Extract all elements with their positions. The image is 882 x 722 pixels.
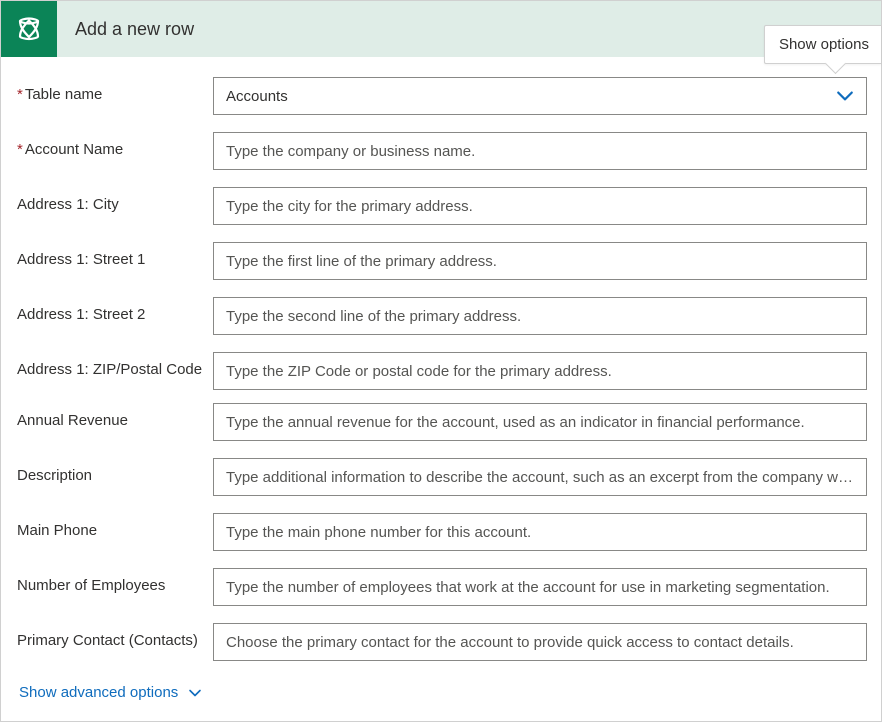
table-name-select-value: Accounts <box>226 88 836 105</box>
chevron-down-icon <box>836 87 854 105</box>
label-annual-revenue: Annual Revenue <box>17 403 213 431</box>
account-name-input[interactable] <box>213 132 867 170</box>
address-zip-input[interactable] <box>213 352 867 390</box>
row-account-name: *Account Name <box>17 132 867 170</box>
dataverse-logo-icon <box>11 11 47 47</box>
primary-contact-input[interactable] <box>213 623 867 661</box>
annual-revenue-input[interactable] <box>213 403 867 441</box>
row-address-street1: Address 1: Street 1 <box>17 242 867 280</box>
address-street1-input[interactable] <box>213 242 867 280</box>
row-num-employees: Number of Employees <box>17 568 867 606</box>
row-address-street2: Address 1: Street 2 <box>17 297 867 335</box>
required-star: * <box>17 86 23 103</box>
row-annual-revenue: Annual Revenue <box>17 403 867 441</box>
show-options-button[interactable]: Show options <box>764 25 881 64</box>
table-name-select[interactable]: Accounts <box>213 77 867 115</box>
label-table-name: *Table name <box>17 77 213 105</box>
label-num-employees: Number of Employees <box>17 568 213 596</box>
num-employees-input[interactable] <box>213 568 867 606</box>
form-body: *Table name Accounts *Account Name Addre… <box>1 57 881 711</box>
main-phone-input[interactable] <box>213 513 867 551</box>
description-input[interactable] <box>213 458 867 496</box>
row-primary-contact: Primary Contact (Contacts) <box>17 623 867 661</box>
dataverse-icon <box>1 1 57 57</box>
row-address-city: Address 1: City <box>17 187 867 225</box>
label-primary-contact: Primary Contact (Contacts) <box>17 623 213 651</box>
card-title: Add a new row <box>75 19 194 40</box>
row-table-name: *Table name Accounts <box>17 77 867 115</box>
row-description: Description <box>17 458 867 496</box>
chevron-down-icon <box>188 686 202 700</box>
card-header: Add a new row Show options <box>1 1 881 57</box>
label-account-name: *Account Name <box>17 132 213 160</box>
label-address-street2: Address 1: Street 2 <box>17 297 213 325</box>
label-description: Description <box>17 458 213 486</box>
show-advanced-options-link[interactable]: Show advanced options <box>17 678 202 701</box>
row-main-phone: Main Phone <box>17 513 867 551</box>
show-advanced-options-label: Show advanced options <box>19 684 178 701</box>
address-city-input[interactable] <box>213 187 867 225</box>
label-address-street1: Address 1: Street 1 <box>17 242 213 270</box>
label-address-city: Address 1: City <box>17 187 213 215</box>
address-street2-input[interactable] <box>213 297 867 335</box>
label-address-zip: Address 1: ZIP/Postal Code <box>17 352 213 380</box>
row-address-zip: Address 1: ZIP/Postal Code <box>17 352 867 390</box>
label-main-phone: Main Phone <box>17 513 213 541</box>
required-star: * <box>17 141 23 158</box>
